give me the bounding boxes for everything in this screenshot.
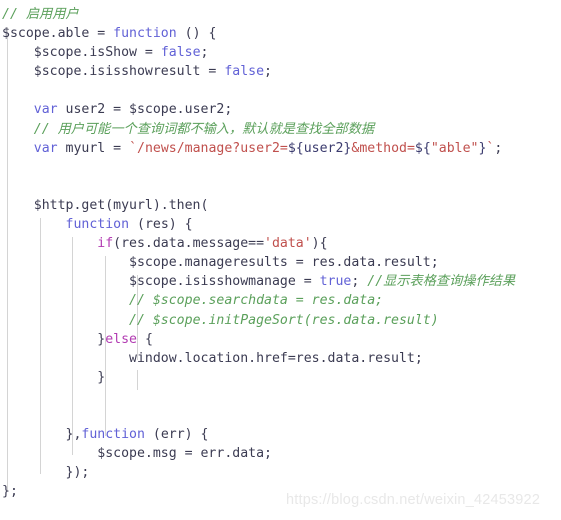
code-token-plain: $scope.able = [2, 26, 114, 42]
code-token-plain: myurl = [57, 140, 130, 156]
code-token-str: &method= [351, 140, 415, 156]
code-token-kw: function [113, 26, 177, 42]
code-line: $http.get(myurl).then( [0, 196, 561, 215]
code-line: // $scope.searchdata = res.data; [0, 291, 561, 310]
code-line: // $scope.initPageSort(res.data.result) [0, 311, 561, 330]
code-token-comment: // $scope.initPageSort(res.data.result) [129, 312, 439, 328]
code-token-plain: (res.data.message== [113, 236, 265, 252]
code-token-kw: function [81, 427, 145, 443]
code-token-plain: $http.get(myurl).then( [33, 197, 209, 213]
code-token-kw: false [224, 64, 265, 80]
code-token-str: "able" [430, 140, 479, 156]
code-token-kw: function [65, 217, 130, 233]
code-line: if(res.data.message=='data'){ [0, 234, 561, 253]
code-token-plain: $scope.isisshowmanage = [129, 274, 320, 290]
code-token-plain: () { [176, 26, 217, 42]
code-line: },function (err) { [0, 425, 561, 444]
code-token-plain: ){ [311, 236, 328, 252]
code-token-plain: }, [65, 427, 82, 443]
code-token-str: 'data' [264, 236, 312, 252]
code-token-comment: // 启用用户 [2, 7, 79, 22]
code-line: ​ [0, 387, 561, 406]
code-line: ​ [0, 158, 561, 177]
code-token-plain: $scope.isisshowresult = [33, 64, 225, 80]
code-token-kw: false [160, 45, 201, 61]
code-token-str: `/news/manage?user2= [129, 140, 288, 156]
code-editor-view: // 启用用户 $scope.able = function () { $scop… [0, 0, 561, 520]
code-line: }else { [0, 330, 561, 349]
code-line: $scope.isisshowresult = false; [0, 62, 561, 81]
code-token-plain: ; [264, 64, 272, 80]
code-token-plain: ; [494, 140, 503, 156]
code-line: $scope.able = function () { [0, 24, 561, 43]
code-token-ctrl: else [105, 331, 137, 347]
code-line: ​ [0, 406, 561, 425]
code-token-plain: ; [200, 45, 209, 61]
code-token-plain: (err) { [144, 427, 209, 443]
code-token-plain: user2 = $scope.user2; [57, 102, 233, 118]
code-token-interp: ${user2} [287, 140, 352, 156]
code-token-kw: true [319, 274, 352, 290]
code-line: }); [0, 463, 561, 482]
code-token-kw: var [33, 140, 58, 156]
code-line: $scope.isShow = false; [0, 43, 561, 62]
code-content: // 启用用户 $scope.able = function () { $scop… [0, 0, 561, 501]
code-line: ​ [0, 81, 561, 100]
code-line: $scope.isisshowmanage = true; //显示表格查询操作… [0, 272, 561, 291]
code-line: var myurl = `/news/manage?user2=${user2}… [0, 139, 561, 158]
code-token-plain: } [97, 369, 106, 385]
code-line: $scope.msg = err.data; [0, 444, 561, 463]
code-token-plain: }; [2, 484, 18, 500]
code-token-plain: $scope.manageresults = res.data.result; [129, 255, 439, 271]
code-token-plain: { [137, 331, 153, 347]
code-token-plain: window.location.href=res.data.result; [129, 350, 423, 366]
code-line: $scope.manageresults = res.data.result; [0, 253, 561, 272]
code-token-comment: //显示表格查询操作结果 [367, 274, 516, 290]
code-line: ​ [0, 177, 561, 196]
code-token-plain: }); [65, 465, 90, 481]
code-token-plain: $scope.msg = err.data; [97, 446, 272, 462]
code-token-plain: ; [351, 274, 368, 290]
code-token-interp: ${ [414, 140, 431, 156]
code-token-comment: // $scope.searchdata = res.data; [129, 293, 384, 309]
code-token-ctrl: if [97, 236, 114, 252]
code-line: function (res) { [0, 215, 561, 234]
code-line: } [0, 368, 561, 387]
csdn-watermark: https://blog.csdn.net/weixin_42453922 [286, 492, 541, 508]
code-token-comment: // 用户可能一个查询词都不输入，默认就是查找全部数据 [33, 121, 375, 137]
code-line: // 用户可能一个查询词都不输入，默认就是查找全部数据 [0, 120, 561, 139]
code-line: // 启用用户 [0, 5, 561, 24]
code-token-plain: (res) { [129, 217, 193, 233]
code-token-plain: $scope.isShow = [33, 45, 161, 61]
code-token-kw: var [33, 102, 58, 118]
code-line: window.location.href=res.data.result; [0, 349, 561, 368]
code-line: var user2 = $scope.user2; [0, 100, 561, 119]
